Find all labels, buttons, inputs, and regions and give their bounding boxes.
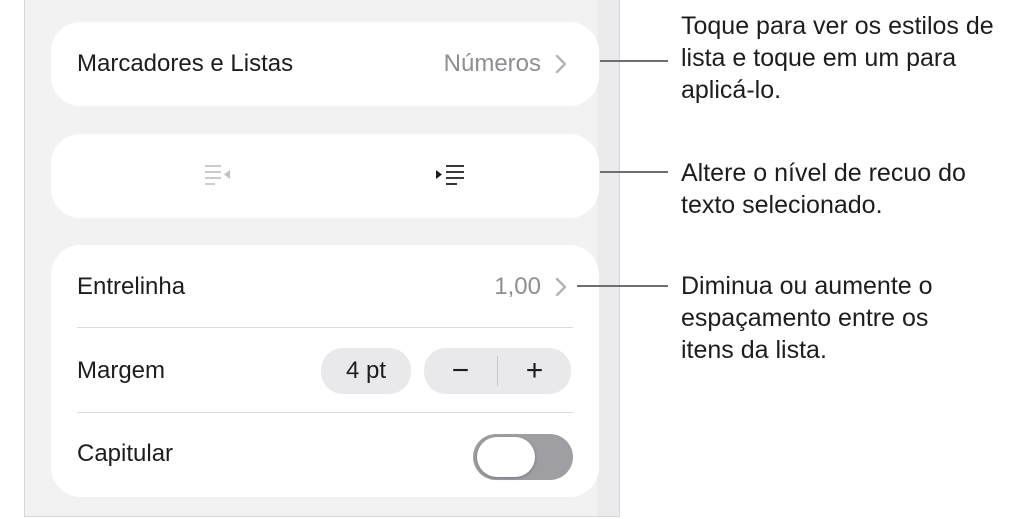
- callout-indentation: Altere o nível de recuo do texto selecio…: [681, 159, 966, 219]
- margin-decrement-button[interactable]: −: [424, 348, 497, 394]
- margin-label: Margem: [77, 357, 166, 384]
- callout-leader-line: [600, 171, 668, 173]
- line-spacing-label: Entrelinha: [77, 273, 186, 300]
- drop-cap-row: Capitular: [51, 413, 599, 497]
- callout-line-spacing: Diminua ou aumente o espaçamento entre o…: [681, 272, 933, 364]
- margin-value-field[interactable]: 4 pt: [321, 348, 411, 394]
- toggle-knob: [477, 437, 535, 477]
- line-spacing-value: 1,00: [494, 273, 541, 300]
- format-inspector-panel: Marcadores e Listas Números Entrelinha 1…: [24, 0, 620, 517]
- bullets-lists-row[interactable]: Marcadores e Listas Números: [51, 22, 599, 106]
- line-spacing-row[interactable]: Entrelinha 1,00: [51, 245, 599, 327]
- callout-leader-line: [600, 60, 668, 62]
- callout-leader-line: [577, 285, 668, 287]
- annotated-screenshot: Marcadores e Listas Números Entrelinha 1…: [0, 0, 1011, 519]
- chevron-right-icon: [555, 54, 567, 74]
- indentation-control: [51, 134, 599, 218]
- spacing-settings-group: Entrelinha 1,00 Margem 4 pt − + Capitula…: [51, 245, 599, 497]
- margin-row: Margem 4 pt − +: [51, 328, 599, 412]
- margin-value: 4 pt: [345, 357, 387, 384]
- decrease-indent-icon: [205, 165, 230, 185]
- margin-increment-button[interactable]: +: [498, 348, 571, 394]
- plus-icon: +: [525, 354, 544, 387]
- callout-bullets-lists: Toque para ver os estilos de lista e toq…: [681, 12, 994, 104]
- chevron-right-icon: [555, 277, 567, 297]
- bullets-lists-label: Marcadores e Listas: [77, 50, 294, 77]
- drop-cap-label: Capitular: [77, 440, 174, 467]
- margin-stepper: − +: [424, 348, 571, 394]
- minus-icon: −: [451, 354, 470, 387]
- panel-scroll-edge: [597, 0, 619, 516]
- increase-indent-icon: [436, 165, 464, 185]
- decrease-indent-button[interactable]: [157, 152, 277, 200]
- drop-cap-toggle[interactable]: [473, 434, 573, 480]
- increase-indent-button[interactable]: [392, 152, 512, 200]
- bullets-lists-value: Números: [443, 50, 541, 77]
